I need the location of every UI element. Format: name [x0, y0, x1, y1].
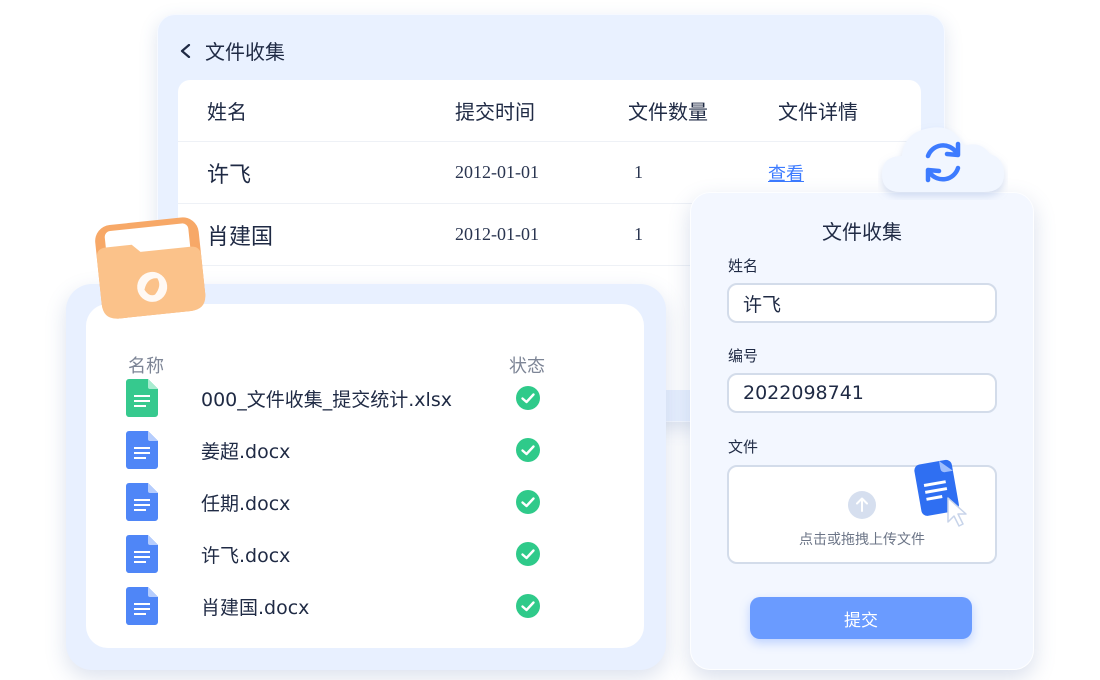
file-name: 000_文件收集_提交统计.xlsx [201, 388, 452, 411]
check-circle-icon [516, 438, 540, 462]
check-circle-icon [516, 542, 540, 566]
list-item[interactable]: 许飞.docx [126, 534, 626, 574]
column-header-count: 文件数量 [628, 100, 708, 124]
column-header-time: 提交时间 [455, 100, 535, 124]
docx-file-icon [126, 431, 158, 469]
row-time: 2012-01-01 [455, 224, 539, 244]
upload-form-panel: 文件收集 姓名 许飞 编号 2022098741 文件 点击或拖拽上传文件 提交 [690, 192, 1034, 670]
docx-file-icon [126, 587, 158, 625]
xlsx-file-icon [126, 379, 158, 417]
column-header-name: 姓名 [207, 100, 247, 124]
submissions-title: 文件收集 [205, 40, 285, 64]
upload-hint: 点击或拖拽上传文件 [799, 532, 925, 548]
name-label: 姓名 [728, 257, 759, 275]
file-list-panel: 名称 状态 000_文件收集_提交统计.xlsx 姜超.docx 任期.docx… [66, 284, 666, 670]
check-circle-icon [516, 490, 540, 514]
file-list-header-status: 状态 [509, 356, 545, 377]
column-header-detail: 文件详情 [778, 100, 858, 124]
chevron-left-icon[interactable] [179, 43, 193, 58]
form-title: 文件收集 [822, 220, 902, 244]
file-label: 文件 [728, 438, 759, 456]
list-item[interactable]: 姜超.docx [126, 430, 626, 470]
docx-file-icon [126, 483, 158, 521]
file-list-card: 名称 状态 000_文件收集_提交统计.xlsx 姜超.docx 任期.docx… [86, 304, 644, 648]
row-time: 2012-01-01 [455, 162, 539, 182]
file-name: 许飞.docx [201, 544, 291, 567]
file-name: 姜超.docx [201, 440, 291, 463]
document-cursor-icon [914, 459, 967, 527]
row-name: 肖建国 [207, 224, 274, 250]
submit-button[interactable]: 提交 [750, 597, 972, 639]
list-item[interactable]: 肖建国.docx [126, 586, 626, 626]
id-label: 编号 [728, 347, 759, 365]
list-item[interactable]: 000_文件收集_提交统计.xlsx [126, 378, 626, 418]
folder-icon [95, 217, 206, 319]
upload-arrow-icon [848, 491, 876, 519]
file-collection-illustration: 文件收集 姓名 提交时间 文件数量 文件详情 许飞 2012-01-01 1 查… [0, 0, 1100, 680]
file-name: 任期.docx [201, 492, 291, 515]
sync-cloud-icon [882, 127, 1004, 192]
list-item[interactable]: 任期.docx [126, 482, 626, 522]
row-name: 许飞 [207, 162, 252, 188]
name-field[interactable]: 许飞 [727, 283, 997, 323]
check-circle-icon [516, 594, 540, 618]
row-count: 1 [634, 162, 643, 182]
docx-file-icon [126, 535, 158, 573]
row-count: 1 [634, 224, 643, 244]
submissions-header: 文件收集 [179, 36, 285, 65]
file-list-header-name: 名称 [128, 356, 164, 377]
id-field[interactable]: 2022098741 [727, 373, 997, 413]
file-name: 肖建国.docx [201, 596, 310, 619]
check-circle-icon [516, 386, 540, 410]
table-header-row: 姓名 提交时间 文件数量 文件详情 [178, 80, 921, 142]
